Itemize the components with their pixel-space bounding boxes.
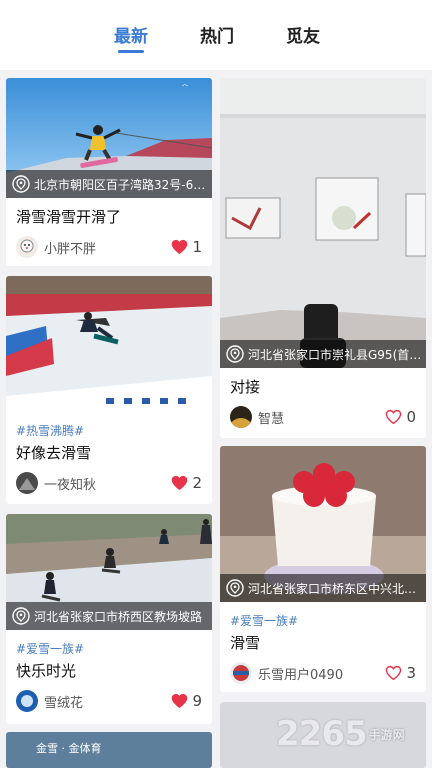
- tab-hot[interactable]: 热门: [200, 22, 234, 47]
- watermark-logo: 2265 手游网: [276, 714, 426, 754]
- heart-filled-icon: [172, 475, 188, 491]
- post-card[interactable]: 河北省张家口市崇礼县G95(首… 对接 智慧 0: [220, 78, 426, 438]
- location-pin-icon: [12, 607, 30, 625]
- heart-outline-icon: [386, 665, 402, 681]
- post-image-banner[interactable]: 金雪 · 金体育: [6, 732, 212, 768]
- post-card[interactable]: 金雪 · 金体育: [6, 732, 212, 768]
- avatar[interactable]: [230, 406, 252, 428]
- heart-outline-icon: [386, 409, 402, 425]
- location-bar: 河北省张家口市桥西区教场坡路: [6, 602, 212, 630]
- avatar[interactable]: [16, 472, 38, 494]
- post-card[interactable]: 河北省张家口市桥东区中兴北路… #爱雪一族# 滑雪 乐雪用户0490 3: [220, 446, 426, 692]
- location-pin-icon: [226, 579, 244, 597]
- post-title: 对接: [230, 378, 261, 396]
- location-text: 河北省张家口市崇礼县G95(首…: [248, 347, 422, 362]
- heart-filled-icon: [172, 693, 188, 709]
- post-author[interactable]: 雪绒花: [16, 690, 83, 712]
- location-bar: 河北省张家口市崇礼县G95(首…: [220, 340, 426, 368]
- author-name[interactable]: 雪绒花: [44, 692, 83, 711]
- like-count: 3: [406, 664, 416, 682]
- tab-find-friends[interactable]: 觅友: [286, 22, 320, 47]
- post-image-snowboard-jump[interactable]: ⌒ 北京市朝阳区百子湾路32号-6…: [6, 78, 212, 198]
- svg-text:⌒: ⌒: [182, 85, 188, 92]
- post-image-snowboard-slope[interactable]: [6, 276, 212, 412]
- post-image-ski-slope[interactable]: 河北省张家口市桥西区教场坡路: [6, 514, 212, 630]
- author-name[interactable]: 智慧: [258, 408, 284, 427]
- avatar[interactable]: [16, 236, 38, 258]
- like-button[interactable]: 2: [171, 474, 202, 492]
- post-tag[interactable]: #爱雪一族#: [16, 640, 84, 657]
- location-text: 北京市朝阳区百子湾路32号-6…: [34, 177, 206, 192]
- location-pin-icon: [226, 345, 244, 363]
- author-name[interactable]: 乐雪用户0490: [258, 664, 343, 683]
- like-button[interactable]: 0: [385, 408, 416, 426]
- image-banner-text: 金雪 · 金体育: [36, 742, 102, 755]
- post-author[interactable]: 乐雪用户0490: [230, 662, 343, 684]
- tab-latest[interactable]: 最新: [114, 22, 148, 47]
- location-text: 河北省张家口市桥东区中兴北路…: [248, 581, 426, 596]
- location-text: 河北省张家口市桥西区教场坡路: [34, 609, 203, 624]
- watermark-text: 手游网: [368, 727, 405, 742]
- post-author[interactable]: 智慧: [230, 406, 284, 428]
- post-card[interactable]: 河北省张家口市桥西区教场坡路 #爱雪一族# 快乐时光 雪绒花 9: [6, 514, 212, 724]
- like-count: 0: [406, 408, 416, 426]
- post-title: 滑雪: [230, 634, 261, 652]
- post-card[interactable]: #热雪沸腾# 好像去滑雪 一夜知秋 2: [6, 276, 212, 504]
- post-image-strawberry-dessert[interactable]: 河北省张家口市桥东区中兴北路…: [220, 446, 426, 602]
- avatar[interactable]: [16, 690, 38, 712]
- like-button[interactable]: 3: [385, 664, 416, 682]
- post-title: 滑雪滑雪开滑了: [16, 208, 122, 226]
- location-pin-icon: [12, 175, 30, 193]
- post-image-office-wall[interactable]: 河北省张家口市崇礼县G95(首…: [220, 78, 426, 368]
- post-title: 好像去滑雪: [16, 444, 92, 462]
- like-button[interactable]: 1: [171, 238, 202, 256]
- like-count: 2: [192, 474, 202, 492]
- location-bar: 北京市朝阳区百子湾路32号-6…: [6, 170, 212, 198]
- like-count: 1: [192, 238, 202, 256]
- post-card[interactable]: ⌒ 北京市朝阳区百子湾路32号-6… 滑雪滑雪开滑了 小胖不胖 1: [6, 78, 212, 266]
- heart-filled-icon: [172, 239, 188, 255]
- author-name[interactable]: 一夜知秋: [44, 474, 96, 493]
- avatar[interactable]: [230, 662, 252, 684]
- active-tab-indicator: [118, 50, 144, 53]
- watermark-number: 2265: [276, 714, 368, 754]
- post-author[interactable]: 一夜知秋: [16, 472, 96, 494]
- like-button[interactable]: 9: [171, 692, 202, 710]
- post-tag[interactable]: #爱雪一族#: [230, 612, 298, 629]
- post-author[interactable]: 小胖不胖: [16, 236, 96, 258]
- top-tab-bar: 最新 热门 觅友: [0, 0, 432, 70]
- post-tag[interactable]: #热雪沸腾#: [16, 422, 84, 439]
- like-count: 9: [192, 692, 202, 710]
- author-name[interactable]: 小胖不胖: [44, 238, 96, 257]
- location-bar: 河北省张家口市桥东区中兴北路…: [220, 574, 426, 602]
- post-title: 快乐时光: [16, 662, 77, 680]
